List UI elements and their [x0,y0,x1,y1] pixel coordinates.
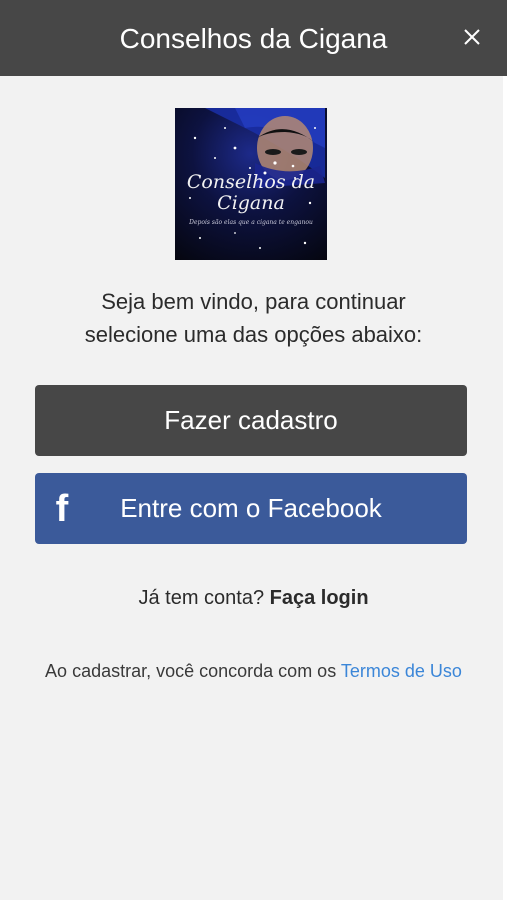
page-title: Conselhos da Cigana [119,23,388,54]
logo-title-line2: Cigana [217,192,285,214]
login-link[interactable]: Faça login [270,587,369,609]
facebook-login-button[interactable]: f Entre com o Facebook [35,473,467,544]
login-prompt-text: Já tem conta? [138,587,265,609]
welcome-line1: Seja bem vindo, para continuar [101,289,406,314]
welcome-message: Seja bem vindo, para continuar selecione… [40,285,467,351]
header-bar: Conselhos da Cigana [0,0,507,76]
login-screen: Conselhos da Cigana Conselhos da Cigana … [0,0,507,900]
scrollbar-track [503,76,507,900]
welcome-line2: selecione uma das opções abaixo: [84,322,423,347]
close-icon [464,29,480,45]
logo-title-line1: Conselhos da [186,171,316,193]
terms-link[interactable]: Termos de Uso [341,661,462,681]
logo-title: Conselhos da Cigana [175,172,327,214]
app-logo: Conselhos da Cigana Depois são elas que … [175,108,327,260]
facebook-button-label: Entre com o Facebook [120,493,382,523]
close-button[interactable] [459,24,485,50]
facebook-icon: f [55,488,69,530]
terms-text: Ao cadastrar, você concorda com os [45,661,337,681]
logo-subtitle: Depois são elas que a cigana te enganou [189,219,313,226]
terms-notice: Ao cadastrar, você concorda com os Termo… [45,654,462,688]
register-button[interactable]: Fazer cadastro [35,385,467,456]
register-button-label: Fazer cadastro [164,405,338,435]
login-prompt: Já tem conta? Faça login [0,586,507,610]
